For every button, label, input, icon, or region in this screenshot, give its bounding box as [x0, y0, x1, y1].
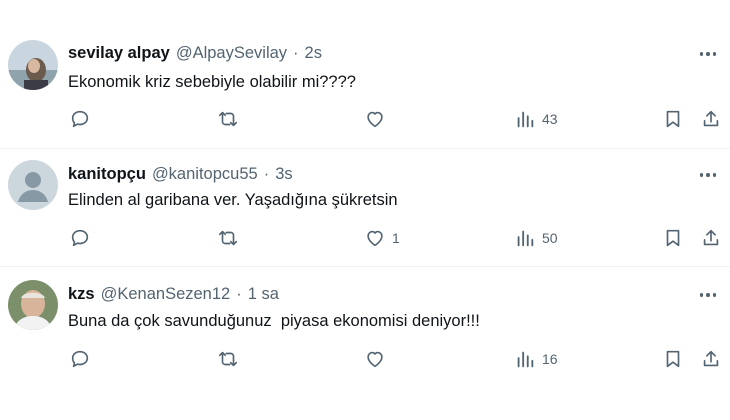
- retweet-icon: [218, 230, 238, 246]
- share-icon: [703, 350, 719, 367]
- bookmark-icon: [666, 229, 680, 247]
- bookmark-icon: [666, 110, 680, 128]
- avatar[interactable]: [8, 40, 58, 90]
- retweet-button[interactable]: [217, 347, 239, 371]
- display-name[interactable]: kzs: [68, 285, 95, 304]
- display-name[interactable]: kanitopçu: [68, 165, 146, 184]
- tweet-header: sevilay alpay @AlpaySevilay · 2s: [68, 42, 322, 64]
- views-chart-icon: [517, 351, 534, 368]
- more-options-icon[interactable]: [696, 285, 720, 305]
- bookmark-button[interactable]: [662, 347, 684, 371]
- bookmark-icon: [666, 350, 680, 368]
- user-handle[interactable]: @KenanSezen12: [101, 285, 231, 304]
- views-count: 16: [542, 351, 558, 367]
- user-handle[interactable]: @kanitopcu55: [152, 165, 258, 184]
- heart-icon: [367, 230, 383, 247]
- display-name[interactable]: sevilay alpay: [68, 44, 170, 63]
- separator-dot: ·: [293, 43, 299, 62]
- avatar[interactable]: [8, 160, 58, 210]
- separator-dot: ·: [236, 284, 242, 303]
- timestamp[interactable]: 3s: [275, 165, 292, 184]
- share-button[interactable]: [700, 226, 722, 250]
- action-bar: 1 50: [0, 226, 730, 250]
- reply-button[interactable]: [69, 347, 91, 371]
- like-button[interactable]: [364, 347, 402, 371]
- share-icon: [703, 110, 719, 127]
- action-bar: 16: [0, 347, 730, 371]
- tweet[interactable]: kzs @KenanSezen12 · 1 sa Buna da çok sav…: [0, 266, 730, 386]
- bookmark-button[interactable]: [662, 107, 684, 131]
- timestamp[interactable]: 1 sa: [248, 285, 279, 304]
- views-count: 43: [542, 111, 558, 127]
- views-button[interactable]: 43: [514, 107, 558, 131]
- bookmark-button[interactable]: [662, 226, 684, 250]
- like-count: 1: [392, 230, 400, 246]
- reply-button[interactable]: [69, 226, 91, 250]
- avatar[interactable]: [8, 280, 58, 330]
- timestamp[interactable]: 2s: [305, 44, 322, 63]
- tweet-header: kanitopçu @kanitopcu55 · 3s: [68, 163, 293, 185]
- reply-icon: [71, 229, 89, 247]
- user-photo-icon: [8, 280, 58, 330]
- tweet-text: Buna da çok savunduğunuz piyasa ekonomis…: [68, 312, 480, 330]
- tweet-text: Ekonomik kriz sebebiyle olabilir mi????: [68, 73, 356, 91]
- tweet[interactable]: sevilay alpay @AlpaySevilay · 2s Ekonomi…: [0, 0, 730, 128]
- views-button[interactable]: 16: [514, 347, 558, 371]
- tweet[interactable]: kanitopçu @kanitopcu55 · 3s Elinden al g…: [0, 148, 730, 268]
- views-button[interactable]: 50: [514, 226, 558, 250]
- tweet-text: Elinden al garibana ver. Yaşadığına şükr…: [68, 191, 398, 209]
- reply-icon: [71, 110, 89, 128]
- retweet-icon: [218, 351, 238, 367]
- more-options-icon[interactable]: [696, 165, 720, 185]
- share-icon: [703, 229, 719, 246]
- user-handle[interactable]: @AlpaySevilay: [176, 44, 287, 63]
- views-chart-icon: [517, 111, 534, 128]
- reply-icon: [71, 350, 89, 368]
- like-button[interactable]: [364, 107, 402, 131]
- reply-button[interactable]: [69, 107, 91, 131]
- separator-dot: ·: [263, 164, 270, 183]
- share-button[interactable]: [700, 347, 722, 371]
- retweet-button[interactable]: [217, 226, 239, 250]
- share-button[interactable]: [700, 107, 722, 131]
- tweet-header: kzs @KenanSezen12 · 1 sa: [68, 283, 279, 305]
- views-count: 50: [542, 230, 558, 246]
- heart-icon: [367, 351, 383, 368]
- heart-icon: [367, 111, 383, 128]
- like-button[interactable]: 1: [364, 226, 402, 250]
- user-photo-icon: [8, 40, 58, 90]
- more-options-icon[interactable]: [696, 44, 720, 64]
- action-bar: 43: [0, 107, 730, 131]
- tweet-feed: sevilay alpay @AlpaySevilay · 2s Ekonomi…: [0, 0, 730, 420]
- retweet-icon: [218, 111, 238, 127]
- retweet-button[interactable]: [217, 107, 239, 131]
- views-chart-icon: [517, 230, 534, 247]
- default-profile-icon: [8, 160, 58, 210]
